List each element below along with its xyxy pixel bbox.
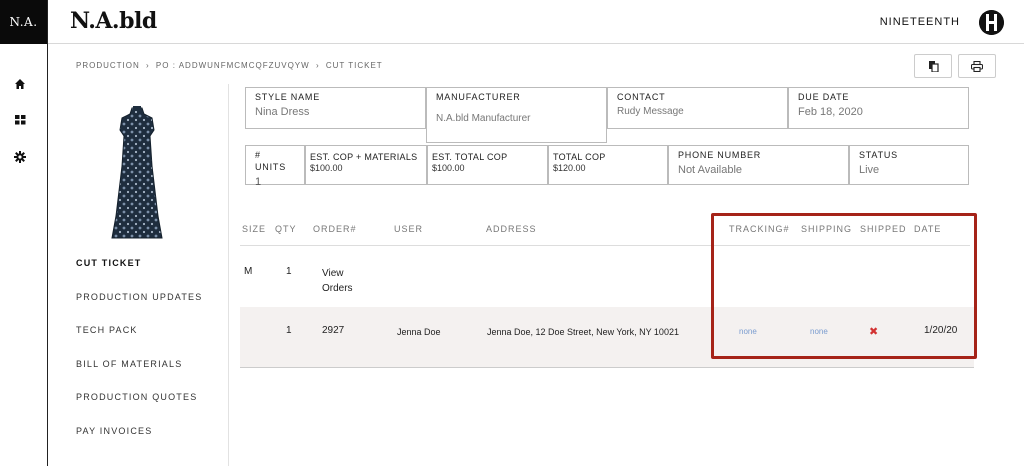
copy-icon [928,60,939,72]
avatar[interactable] [979,10,1004,35]
home-icon[interactable] [12,76,28,92]
manufacturer-label: MANUFACTURER [436,92,521,102]
gear-icon[interactable] [12,149,28,165]
top-bar: N.A.bld NINETEENTH [48,0,1024,44]
cell-user: Jenna Doe [397,327,441,337]
col-user: USER [394,224,424,234]
breadcrumb-separator: › [146,61,150,70]
sidenav-bill-of-materials[interactable]: BILL OF MATERIALS [76,359,226,393]
due-date-value: Feb 18, 2020 [798,106,863,118]
view-orders-link[interactable]: View Orders [322,266,353,296]
breadcrumb-separator: › [315,61,320,70]
col-address: ADDRESS [486,224,537,234]
col-order: ORDER# [313,224,357,234]
due-date-label: DUE DATE [798,92,850,102]
due-date-cell: DUE DATE Feb 18, 2020 [788,87,969,129]
grid-icon[interactable] [12,112,28,128]
contact-cell: CONTACT Rudy Message [607,87,788,129]
sidenav-production-quotes[interactable]: PRODUCTION QUOTES [76,392,226,426]
divider [228,84,229,466]
contact-label: CONTACT [617,92,666,102]
sidenav-cut-ticket[interactable]: CUT TICKET [76,258,226,292]
breadcrumb-current: CUT TICKET [325,61,383,70]
phone-value: Not Available [678,164,743,176]
cell-size: M [244,266,253,277]
breadcrumb: PRODUCTION › PO : ADDWUNFMCMCQFZUVQYW › … [76,61,386,70]
left-rail: N.A. [0,0,48,466]
est-cop-materials-label: EST. COP + MATERIALS [310,152,418,162]
style-name-value: Nina Dress [255,106,310,118]
cell-qty: 1 [286,266,292,277]
rail-logo[interactable]: N.A. [0,0,47,44]
brand-logo[interactable]: N.A.bld [70,8,157,34]
breadcrumb-production[interactable]: PRODUCTION [76,61,140,70]
est-total-cop-value: $100.00 [432,163,465,173]
units-cell: # UNITS 1 [245,145,305,188]
phone-label: PHONE NUMBER [678,150,762,160]
cell-address: Jenna Doe, 12 Doe Street, New York, NY 1… [487,327,679,337]
copy-button[interactable] [914,54,952,78]
sidenav-pay-invoices[interactable]: PAY INVOICES [76,426,226,460]
print-icon [971,60,983,72]
view-orders-line2: Orders [322,283,353,294]
contact-value: Rudy Message [617,106,684,117]
units-value: 1 [255,176,262,188]
view-orders-line1: View [322,268,344,279]
side-nav: CUT TICKET PRODUCTION UPDATES TECH PACK … [76,258,226,459]
print-button[interactable] [958,54,996,78]
est-cop-materials-value: $100.00 [310,163,343,173]
manufacturer-cell: MANUFACTURER N.A.bld Manufacturer [426,87,607,143]
style-name-label: STYLE NAME [255,92,321,102]
phone-cell: PHONE NUMBER Not Available [668,145,849,185]
breadcrumb-po[interactable]: PO : ADDWUNFMCMCQFZUVQYW [156,61,310,70]
col-qty: QTY [275,224,297,234]
est-total-cop-cell: EST. TOTAL COP $100.00 [427,145,548,185]
total-cop-cell: TOTAL COP $120.00 [548,145,668,185]
manufacturer-value: N.A.bld Manufacturer [436,113,531,124]
col-size: SIZE [242,224,267,234]
est-cop-materials-cell: EST. COP + MATERIALS $100.00 [305,145,427,185]
style-name-cell: STYLE NAME Nina Dress [245,87,426,129]
status-label: STATUS [859,150,898,160]
sidenav-production-updates[interactable]: PRODUCTION UPDATES [76,292,226,326]
est-total-cop-label: EST. TOTAL COP [432,152,508,162]
cell-qty: 1 [286,325,292,336]
status-cell: STATUS Live [849,145,969,185]
status-value: Live [859,164,880,176]
product-image [106,106,168,242]
user-name[interactable]: NINETEENTH [880,16,960,28]
total-cop-label: TOTAL COP [553,152,606,162]
annotation-highlight-box [711,213,977,359]
total-cop-value: $120.00 [553,163,586,173]
cell-order-number[interactable]: 2927 [322,325,344,336]
sidenav-tech-pack[interactable]: TECH PACK [76,325,226,359]
units-label: # UNITS [255,150,286,172]
